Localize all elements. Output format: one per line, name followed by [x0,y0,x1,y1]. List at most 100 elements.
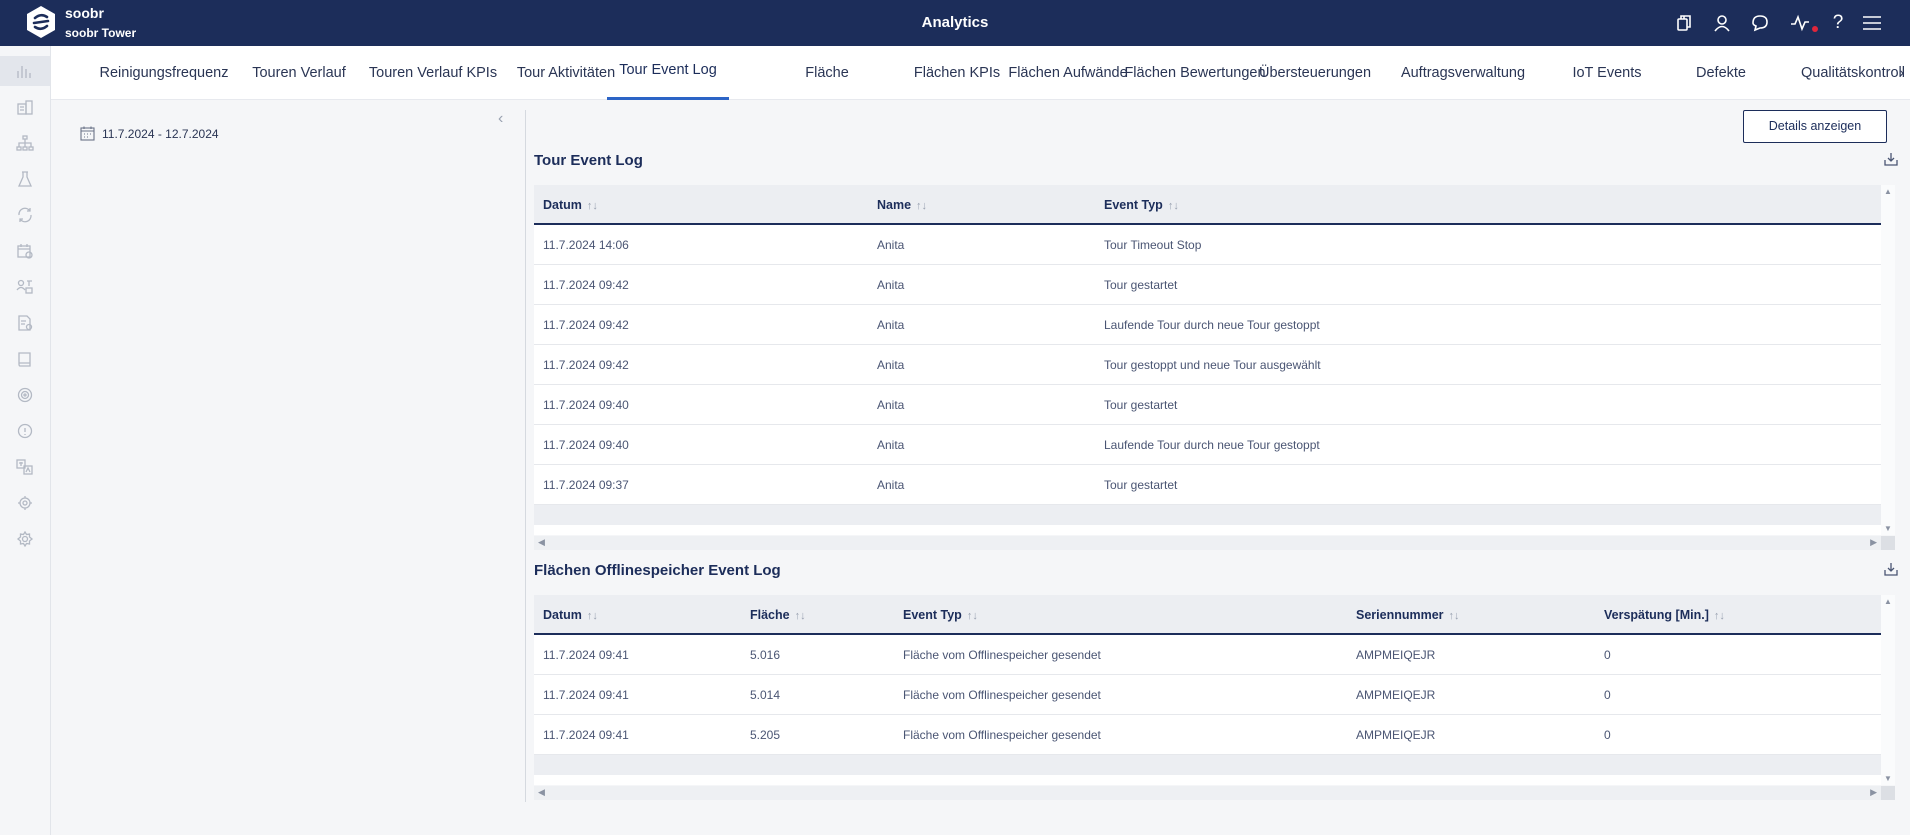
tab-touren-verlauf[interactable]: Touren Verlauf [235,46,363,100]
tabs-scroll-right-icon[interactable]: › [1899,64,1904,80]
scroll-right-icon[interactable]: ▶ [1870,537,1877,548]
cell-event-typ: Tour gestartet [1104,278,1178,292]
table-header: Datum ↑↓ Fläche ↑↓ Event Typ ↑↓ Seriennumme… [534,595,1881,635]
cell-event-typ: Fläche vom Offlinespeicher gesendet [903,688,1101,702]
activity-icon[interactable] [1786,11,1818,35]
tab-reinigungsfrequenz[interactable]: Reinigungsfrequenz [89,46,239,100]
cell-flaeche: 5.014 [750,688,781,702]
scroll-left-icon[interactable]: ◀ [538,787,545,798]
table-row[interactable]: 11.7.2024 09:42 Anita Tour gestoppt und … [534,345,1881,385]
vertical-scrollbar[interactable]: ▲ ▼ [1881,595,1895,785]
scroll-down-icon[interactable]: ▼ [1884,524,1892,533]
cell-name: Anita [877,238,905,252]
table-row[interactable]: 11.7.2024 09:40 Anita Tour gestartet [534,385,1881,425]
help-icon[interactable]: ? [1830,11,1846,35]
cell-event-typ: Tour gestartet [1104,398,1178,412]
cell-event-typ: Fläche vom Offlinespeicher gesendet [903,728,1101,742]
tab-defekte[interactable]: Defekte [1661,46,1781,100]
brand-site: soobr Tower [65,26,137,40]
table-row[interactable]: 11.7.2024 09:42 Anita Laufende Tour durc… [534,305,1881,345]
scroll-down-icon[interactable]: ▼ [1884,774,1892,783]
cell-event-typ: Tour gestartet [1104,478,1178,492]
column-header-seriennummer[interactable]: Seriennummer ↑↓ [1356,608,1460,622]
sort-icon: ↑↓ [794,610,806,622]
collapse-panel-icon[interactable]: ‹ [498,110,503,128]
sort-icon: ↑↓ [966,610,978,622]
offline-event-log-title: Flächen Offlinespeicher Event Log [534,562,781,579]
cell-datum: 11.7.2024 09:40 [543,438,629,452]
scroll-up-icon[interactable]: ▲ [1884,187,1892,196]
download-icon[interactable] [1883,561,1899,582]
document-settings-icon[interactable] [0,308,50,338]
tab-tour-event-log[interactable]: Tour Event Log [607,46,729,100]
user-icon[interactable] [1710,11,1734,35]
scroll-left-icon[interactable]: ◀ [538,537,545,548]
copy-icon[interactable] [1672,11,1696,35]
column-header-event-typ[interactable]: Event Typ ↑↓ [903,608,978,622]
calendar-icon [80,126,95,141]
refresh-icon[interactable] [0,200,50,230]
page-title: Analytics [921,14,989,31]
brand-name: soobr [65,5,104,21]
bar-chart-icon[interactable] [0,56,50,86]
building-icon[interactable] [0,92,50,122]
cell-seriennummer: AMPMEIQEJR [1356,688,1436,702]
calendar-settings-icon[interactable] [0,236,50,266]
gear-grid-icon[interactable] [0,488,50,518]
column-header-flaeche[interactable]: Fläche ↑↓ [750,608,806,622]
menu-icon[interactable] [1860,11,1884,35]
target-icon[interactable] [0,380,50,410]
sidebar [0,46,51,835]
cell-name: Anita [877,398,905,412]
scroll-up-icon[interactable]: ▲ [1884,597,1892,606]
tab-auftragsverwaltung[interactable]: Auftragsverwaltung [1363,46,1563,100]
cell-event-typ: Laufende Tour durch neue Tour gestoppt [1104,438,1320,452]
details-button[interactable]: Details anzeigen [1743,110,1887,143]
tab-qualitaetskontrolle[interactable]: Qualitätskontroll [1778,46,1910,100]
column-header-event-typ[interactable]: Event Typ ↑↓ [1104,198,1179,212]
flask-icon[interactable] [0,164,50,194]
settings-icon[interactable] [0,524,50,554]
sort-icon: ↑↓ [1448,610,1460,622]
hierarchy-icon[interactable] [0,128,50,158]
tab-iot-events[interactable]: IoT Events [1539,46,1675,100]
cell-flaeche: 5.205 [750,728,781,742]
column-header-name[interactable]: Name ↑↓ [877,198,927,212]
book-icon[interactable] [0,344,50,374]
translate-icon[interactable] [0,452,50,482]
sort-icon: ↑↓ [586,610,598,622]
scroll-right-icon[interactable]: ▶ [1870,787,1877,798]
cell-seriennummer: AMPMEIQEJR [1356,728,1436,742]
download-icon[interactable] [1883,151,1899,172]
sort-icon: ↑↓ [1167,200,1179,212]
column-header-datum[interactable]: Datum ↑↓ [543,198,598,212]
table-row[interactable]: 11.7.2024 09:37 Anita Tour gestartet [534,465,1881,505]
table-row[interactable]: 11.7.2024 14:06 Anita Tour Timeout Stop [534,225,1881,265]
cell-event-typ: Laufende Tour durch neue Tour gestoppt [1104,318,1320,332]
table-header: Datum ↑↓ Name ↑↓ Event Typ ↑↓ [534,185,1881,225]
soobr-logo-icon[interactable] [24,5,58,39]
table-row[interactable]: 11.7.2024 09:41 5.205 Fläche vom Offline… [534,715,1881,755]
sort-icon: ↑↓ [1713,610,1725,622]
date-range-picker[interactable]: 11.7.2024 - 12.7.2024 [80,126,219,141]
tour-event-log-title: Tour Event Log [534,152,643,169]
offline-event-log-table: Datum ↑↓ Fläche ↑↓ Event Typ ↑↓ Seriennumme… [534,595,1881,785]
table-footer [534,505,1881,525]
horizontal-scrollbar[interactable]: ◀ ▶ [534,786,1881,800]
column-header-datum[interactable]: Datum ↑↓ [543,608,598,622]
cell-name: Anita [877,358,905,372]
cell-event-typ: Fläche vom Offlinespeicher gesendet [903,648,1101,662]
info-icon[interactable] [0,416,50,446]
cell-datum: 11.7.2024 09:37 [543,478,629,492]
cell-datum: 11.7.2024 09:40 [543,398,629,412]
column-header-verspaetung[interactable]: Verspätung [Min.] ↑↓ [1604,608,1725,622]
chat-icon[interactable] [1748,11,1772,35]
table-row[interactable]: 11.7.2024 09:41 5.016 Fläche vom Offline… [534,635,1881,675]
table-row[interactable]: 11.7.2024 09:41 5.014 Fläche vom Offline… [534,675,1881,715]
vertical-scrollbar[interactable]: ▲ ▼ [1881,185,1895,535]
horizontal-scrollbar[interactable]: ◀ ▶ [534,536,1881,550]
table-row[interactable]: 11.7.2024 09:42 Anita Tour gestartet [534,265,1881,305]
table-row[interactable]: 11.7.2024 09:40 Anita Laufende Tour durc… [534,425,1881,465]
cell-name: Anita [877,438,905,452]
people-icon[interactable] [0,272,50,302]
